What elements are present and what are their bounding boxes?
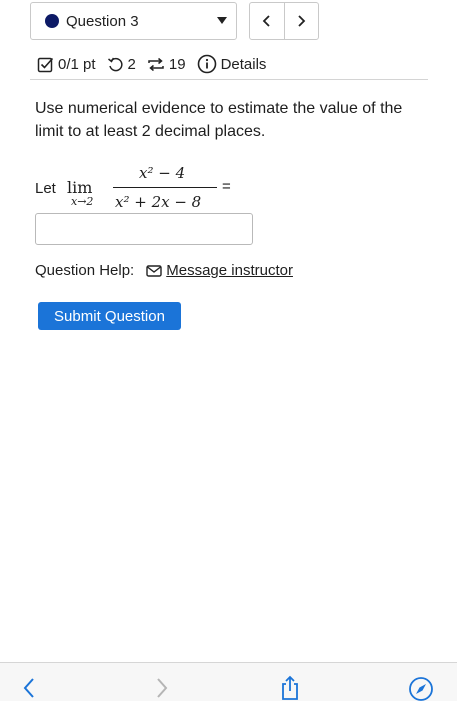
message-instructor-link[interactable]: Message instructor (166, 262, 293, 279)
header-divider (30, 79, 428, 80)
chevron-right-icon (298, 15, 306, 27)
question-help-label: Question Help: (35, 262, 135, 279)
question-help: Question Help: Message instructor (35, 262, 293, 279)
mail-icon (146, 264, 162, 277)
share-icon[interactable] (280, 675, 300, 701)
retries-count: 2 (127, 55, 136, 73)
details-link[interactable]: Details (221, 56, 267, 73)
question-nav (249, 2, 319, 40)
fraction-denominator: x² + 2x − 8 (115, 193, 202, 211)
fraction-numerator: x² − 4 (139, 164, 186, 182)
message-instructor[interactable]: Message instructor (146, 262, 293, 279)
dropdown-caret-icon (217, 17, 227, 24)
previous-question-button[interactable] (250, 3, 284, 39)
equals-sign: = (222, 178, 231, 195)
submissions-icon (148, 57, 164, 71)
answer-input[interactable] (35, 213, 253, 245)
chevron-left-icon (262, 15, 270, 27)
retry-icon (107, 57, 123, 71)
let-label: Let (35, 180, 56, 197)
back-arrow-icon[interactable] (22, 677, 36, 699)
browser-toolbar (0, 662, 457, 701)
submissions-count: 19 (168, 55, 186, 73)
fraction-bar (113, 187, 217, 188)
submit-question-button[interactable]: Submit Question (38, 302, 181, 330)
lim-subscript: x→2 (71, 195, 94, 208)
info-icon[interactable] (197, 54, 217, 74)
question-select[interactable]: Question 3 (30, 2, 237, 40)
next-question-button[interactable] (283, 3, 319, 39)
forward-arrow-icon[interactable] (155, 677, 169, 699)
question-status-dot (45, 14, 59, 28)
question-meta: 0/1 pt 2 19 Details (37, 53, 266, 75)
compass-icon[interactable] (408, 676, 434, 702)
checkbox-score-icon (37, 57, 54, 72)
question-prompt: Use numerical evidence to estimate the v… (35, 100, 403, 140)
score-text: 0/1 pt (58, 55, 96, 73)
question-select-label: Question 3 (66, 12, 139, 30)
